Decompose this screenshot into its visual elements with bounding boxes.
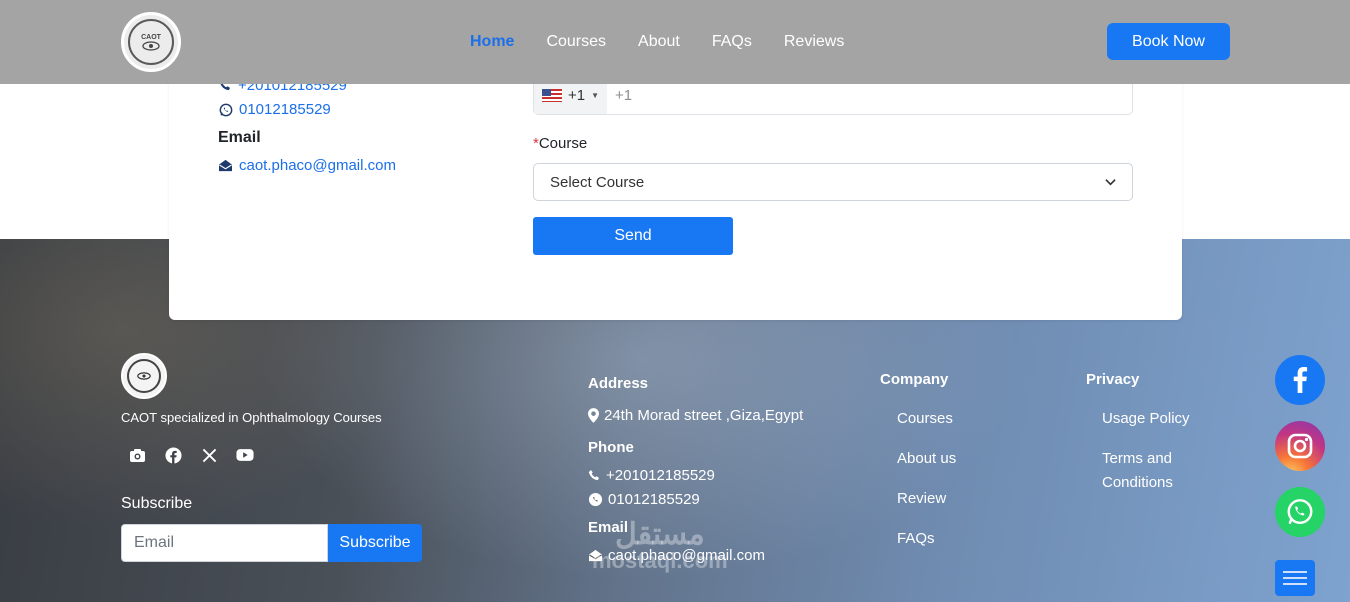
nav-about[interactable]: About (638, 33, 680, 51)
eye-icon (142, 40, 160, 51)
main-nav: Home Courses About FAQs Reviews (470, 0, 844, 84)
watermark-arabic: مستقل (614, 518, 705, 551)
course-select-value: Select Course (550, 173, 645, 191)
nav-faqs[interactable]: FAQs (712, 33, 752, 51)
whatsapp-icon (219, 103, 233, 116)
x-icon[interactable] (200, 446, 218, 464)
menu-line (1283, 571, 1307, 573)
phone-placeholder: +1 (615, 86, 633, 104)
phone-icon (588, 469, 599, 481)
eye-icon (137, 372, 151, 380)
contact-email-heading: Email (218, 129, 261, 146)
watermark-domain: mostaql.com (592, 548, 728, 573)
logo-text: CAOT (141, 33, 161, 41)
course-label: *Course (533, 135, 587, 152)
chat-widget-button[interactable] (1275, 560, 1315, 596)
floating-whatsapp-button[interactable] (1275, 487, 1325, 537)
dial-code: +1 (567, 86, 586, 104)
facebook-icon[interactable] (164, 446, 182, 464)
footer-link-usage-policy[interactable]: Usage Policy (1102, 407, 1190, 431)
subscribe-email-input[interactable] (121, 524, 328, 562)
instagram-icon (1287, 433, 1313, 459)
subscribe-label: Subscribe (121, 495, 193, 512)
envelope-open-icon (219, 159, 232, 172)
nav-courses[interactable]: Courses (546, 33, 606, 51)
whatsapp-icon (1287, 499, 1313, 525)
site-header: CAOT Home Courses About FAQs Reviews Boo… (0, 0, 1350, 84)
send-button[interactable]: Send (533, 217, 733, 255)
contact-whatsapp[interactable]: 01012185529 (219, 101, 331, 118)
contact-whatsapp-text: 01012185529 (239, 101, 331, 118)
footer-logo-emblem (127, 359, 161, 393)
floating-instagram-button[interactable] (1275, 421, 1325, 471)
footer-link-terms[interactable]: Terms and Conditions (1102, 447, 1212, 495)
privacy-heading: Privacy (1086, 371, 1140, 388)
contact-email-text: caot.phaco@gmail.com (239, 157, 396, 174)
footer-whatsapp-text: 01012185529 (608, 491, 700, 508)
course-select[interactable]: Select Course (533, 163, 1133, 201)
us-flag-icon (541, 88, 562, 102)
footer-address: 24th Morad street ,Giza,Egypt (588, 407, 803, 424)
phone-heading: Phone (588, 439, 634, 456)
chevron-down-icon (1105, 179, 1116, 186)
subscribe-form: Subscribe (121, 524, 422, 562)
footer-phone[interactable]: +201012185529 (588, 467, 715, 484)
menu-line (1283, 577, 1307, 579)
footer-phone-text: +201012185529 (606, 467, 715, 484)
youtube-icon[interactable] (236, 446, 254, 464)
address-heading: Address (588, 375, 649, 392)
whatsapp-icon (588, 492, 603, 507)
facebook-icon (1293, 367, 1308, 393)
footer-link-courses[interactable]: Courses (897, 407, 953, 431)
footer-social-links (128, 446, 254, 464)
menu-line (1283, 583, 1307, 585)
footer-tagline: CAOT specialized in Ophthalmology Course… (121, 410, 382, 425)
footer-link-faqs[interactable]: FAQs (897, 527, 935, 551)
camera-icon[interactable] (128, 446, 146, 464)
nav-reviews[interactable]: Reviews (784, 33, 844, 51)
book-now-button[interactable]: Book Now (1107, 23, 1230, 60)
company-heading: Company (880, 371, 949, 388)
footer-logo[interactable] (121, 353, 167, 399)
nav-home[interactable]: Home (470, 33, 514, 51)
footer-address-text: 24th Morad street ,Giza,Egypt (604, 407, 804, 424)
floating-facebook-button[interactable] (1275, 355, 1325, 405)
footer-whatsapp[interactable]: 01012185529 (588, 491, 700, 508)
course-label-text: Course (538, 135, 588, 152)
contact-email[interactable]: caot.phaco@gmail.com (218, 157, 396, 174)
subscribe-button[interactable]: Subscribe (328, 524, 422, 562)
caret-down-icon: ▼ (591, 90, 600, 100)
site-logo[interactable]: CAOT (121, 12, 181, 72)
logo-emblem: CAOT (128, 19, 174, 65)
footer-link-about[interactable]: About us (897, 447, 956, 471)
map-pin-icon (588, 408, 599, 423)
watermark-logo: مستقل mostaql.com (592, 520, 728, 572)
footer-link-review[interactable]: Review (897, 487, 946, 511)
